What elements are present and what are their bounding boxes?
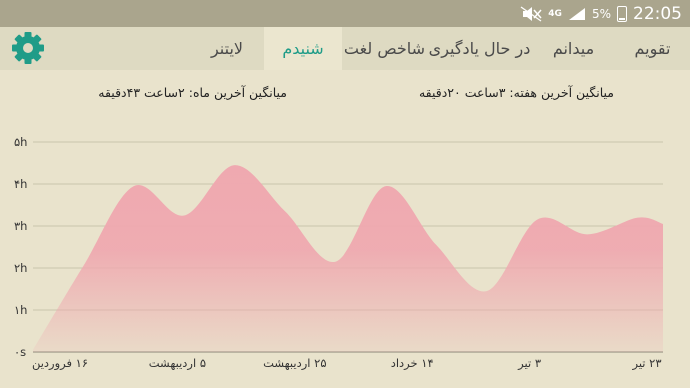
listening-chart: ۰s ۱h ۲h ۳h ۴h ۵h ۱۶ فروردین ۵ اردیبهشت ۲۵ اردیب… xyxy=(14,135,663,371)
y-tick-label: ۰s xyxy=(14,345,26,359)
x-tick-label: ۳ تیر xyxy=(517,356,541,371)
series-area xyxy=(33,165,663,352)
y-tick-label: ۱h xyxy=(14,303,27,317)
y-tick-label: ۴h xyxy=(14,177,27,191)
y-tick-label: ۳h xyxy=(14,219,27,233)
x-tick-label: ۱۶ فروردین xyxy=(32,356,88,371)
y-tick-label: ۲h xyxy=(14,261,27,275)
y-tick-label: ۵h xyxy=(14,135,27,149)
x-tick-label: ۵ اردیبهشت xyxy=(149,356,206,371)
x-tick-label: ۲۵ اردیبهشت xyxy=(263,356,326,371)
x-tick-label: ۲۳ تیر xyxy=(631,356,661,371)
x-tick-label: ۱۴ خرداد xyxy=(391,356,434,371)
